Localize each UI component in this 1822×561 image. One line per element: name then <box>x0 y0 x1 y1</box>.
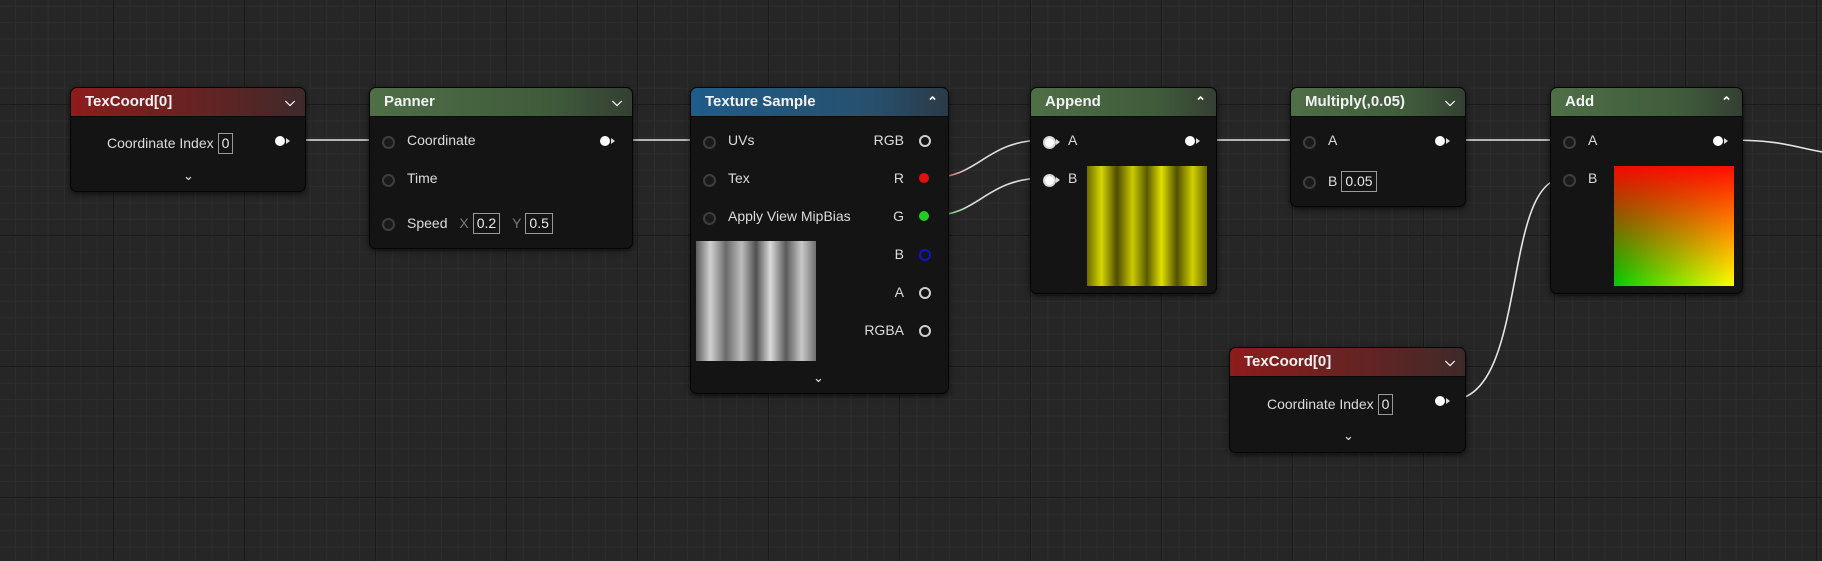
rgba-output-pin[interactable] <box>919 325 931 337</box>
b-label: B <box>1328 173 1338 189</box>
pin-arrow-icon <box>1056 139 1060 145</box>
rgba-label: RGBA <box>864 322 904 338</box>
b-input-pin[interactable] <box>1303 176 1316 189</box>
speed-y-field[interactable]: 0.5 <box>525 213 553 234</box>
node-title: Texture Sample <box>705 93 816 110</box>
node-header[interactable]: Panner ⌵ <box>370 88 632 117</box>
uvs-label: UVs <box>728 132 755 148</box>
output-pin[interactable] <box>1713 136 1723 146</box>
time-input-pin[interactable] <box>382 174 395 187</box>
speed-x-label: X <box>459 215 469 231</box>
a-label: A <box>1328 132 1338 148</box>
a-input-pin[interactable] <box>1043 136 1056 149</box>
texture-sample-node[interactable]: Texture Sample ⌃ UVs Tex Apply View MipB… <box>690 87 949 394</box>
pin-arrow-icon <box>1446 138 1450 144</box>
a-label: A <box>1588 132 1598 148</box>
mipbias-label: Apply View MipBias <box>728 208 851 224</box>
output-pin[interactable] <box>1435 396 1445 406</box>
mipbias-input-pin[interactable] <box>703 212 716 225</box>
b-output-pin[interactable] <box>919 249 931 261</box>
g-label: G <box>893 208 904 224</box>
node-title: Append <box>1045 93 1101 110</box>
chevron-down-icon[interactable]: ⌄ <box>183 168 194 184</box>
coordinate-index-row: Coordinate Index 0 <box>107 133 234 154</box>
b-label: B <box>894 246 904 262</box>
coordinate-label: Coordinate <box>407 132 476 148</box>
pin-arrow-icon <box>611 138 615 144</box>
append-preview <box>1087 166 1207 286</box>
r-label: R <box>893 170 904 186</box>
chevron-down-icon[interactable]: ⌄ <box>1343 428 1354 444</box>
pin-arrow-icon <box>1196 138 1200 144</box>
node-header[interactable]: Append ⌃ <box>1031 88 1216 117</box>
add-preview <box>1614 166 1734 286</box>
coordinate-input-pin[interactable] <box>382 136 395 149</box>
output-pin[interactable] <box>1435 136 1445 146</box>
time-label: Time <box>407 170 438 186</box>
r-output-pin[interactable] <box>919 173 929 183</box>
texture-preview <box>696 241 816 361</box>
chevron-up-icon[interactable]: ⌃ <box>927 88 938 116</box>
chevron-up-icon[interactable]: ⌃ <box>1195 88 1206 116</box>
a-label: A <box>1068 132 1078 148</box>
wire-texcoord2-to-add-b <box>1449 177 1566 401</box>
b-row: B 0.05 <box>1328 171 1377 192</box>
chevron-down-icon[interactable]: ⌵ <box>285 88 295 116</box>
speed-label: Speed <box>407 215 448 231</box>
multiply-node[interactable]: Multiply(,0.05) ⌵ A B 0.05 <box>1290 87 1466 207</box>
uvs-input-pin[interactable] <box>703 136 716 149</box>
append-node[interactable]: Append ⌃ A B <box>1030 87 1217 294</box>
speed-x-field[interactable]: 0.2 <box>472 213 501 234</box>
tex-label: Tex <box>728 170 750 186</box>
panner-node[interactable]: Panner ⌵ Coordinate Time Speed X 0.2 Y 0.5 <box>369 87 633 249</box>
node-title: TexCoord[0] <box>85 93 173 110</box>
node-header[interactable]: Add ⌃ <box>1551 88 1742 117</box>
output-pin[interactable] <box>275 136 285 146</box>
pin-arrow-icon <box>1446 398 1450 404</box>
chevron-up-icon[interactable]: ⌃ <box>1721 88 1732 116</box>
texcoord-node[interactable]: TexCoord[0] ⌵ Coordinate Index 0 ⌄ <box>70 87 306 192</box>
node-header[interactable]: Texture Sample ⌃ <box>691 88 948 117</box>
output-pin[interactable] <box>1185 136 1195 146</box>
speed-row: Speed X 0.2 Y 0.5 <box>407 213 553 234</box>
add-node[interactable]: Add ⌃ A B <box>1550 87 1743 294</box>
node-header[interactable]: Multiply(,0.05) ⌵ <box>1291 88 1465 117</box>
chevron-down-icon[interactable]: ⌵ <box>612 88 622 116</box>
b-label: B <box>1068 170 1078 186</box>
rgb-output-pin[interactable] <box>919 135 931 147</box>
a-input-pin[interactable] <box>1303 136 1316 149</box>
pin-arrow-icon <box>286 138 290 144</box>
a-output-pin[interactable] <box>919 287 931 299</box>
chevron-down-icon[interactable]: ⌵ <box>1445 88 1455 116</box>
a-input-pin[interactable] <box>1563 136 1576 149</box>
rgb-label: RGB <box>873 132 904 148</box>
node-title: Add <box>1565 93 1595 110</box>
speed-input-pin[interactable] <box>382 218 395 231</box>
coordinate-index-field[interactable]: 0 <box>1377 394 1394 415</box>
node-header[interactable]: TexCoord[0] ⌵ <box>1230 348 1465 377</box>
b-input-pin[interactable] <box>1563 174 1576 187</box>
speed-y-label: Y <box>512 215 522 231</box>
coordinate-index-row: Coordinate Index 0 <box>1267 394 1394 415</box>
pin-arrow-icon <box>1056 177 1060 183</box>
a-label: A <box>894 284 904 300</box>
texcoord-node-2[interactable]: TexCoord[0] ⌵ Coordinate Index 0 ⌄ <box>1229 347 1466 453</box>
coordinate-index-label: Coordinate Index <box>1267 396 1374 412</box>
tex-input-pin[interactable] <box>703 174 716 187</box>
node-title: TexCoord[0] <box>1244 353 1332 370</box>
output-pin[interactable] <box>600 136 610 146</box>
node-title: Multiply(,0.05) <box>1305 93 1406 110</box>
b-input-pin[interactable] <box>1043 174 1056 187</box>
node-title: Panner <box>384 93 435 110</box>
material-graph-canvas[interactable]: TexCoord[0] ⌵ Coordinate Index 0 ⌄ Panner… <box>0 0 1822 561</box>
coordinate-index-label: Coordinate Index <box>107 135 214 151</box>
pin-arrow-icon <box>1724 138 1728 144</box>
chevron-down-icon[interactable]: ⌄ <box>813 370 824 386</box>
b-value-field[interactable]: 0.05 <box>1341 171 1377 192</box>
coordinate-index-field[interactable]: 0 <box>217 133 234 154</box>
chevron-down-icon[interactable]: ⌵ <box>1445 348 1455 376</box>
g-output-pin[interactable] <box>919 211 929 221</box>
node-header[interactable]: TexCoord[0] ⌵ <box>71 88 305 117</box>
b-label: B <box>1588 170 1598 186</box>
